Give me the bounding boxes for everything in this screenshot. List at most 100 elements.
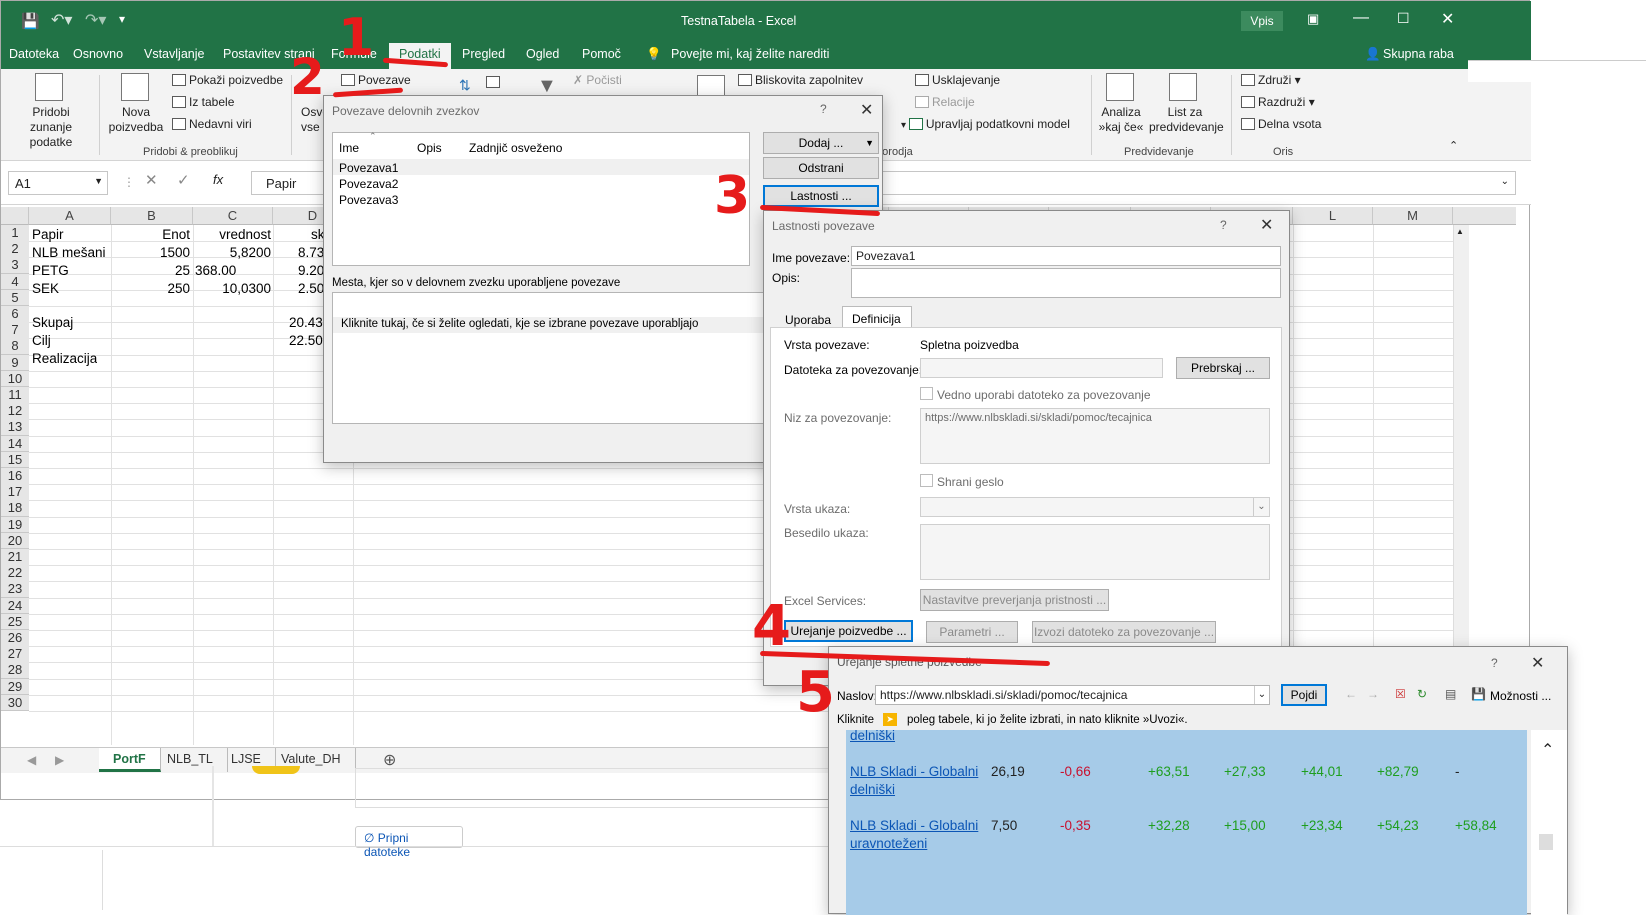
help-icon[interactable]: ? xyxy=(1491,656,1498,670)
back-icon[interactable]: ← xyxy=(1345,687,1357,701)
insert-function-icon[interactable]: fx xyxy=(213,172,223,187)
share-button[interactable]: Skupna raba xyxy=(1383,47,1454,61)
group-button[interactable]: Združi ▾ xyxy=(1241,73,1301,87)
cell-d3[interactable]: 9.20 xyxy=(298,262,324,279)
command-type-select[interactable]: ⌄ xyxy=(920,497,1270,517)
undo-icon[interactable]: ↶▾ xyxy=(51,10,72,30)
locations-panel[interactable]: Kliknite tukaj, če si želite ogledati, k… xyxy=(332,292,772,424)
auth-settings-button[interactable]: Nastavitve preverjanja pristnosti ... xyxy=(920,589,1109,611)
new-query-button[interactable]: Nova poizvedba xyxy=(105,105,167,135)
sign-in-button[interactable]: Vpis xyxy=(1241,11,1283,31)
add-sheet-icon[interactable]: ⊕ xyxy=(383,750,396,770)
data-model-button[interactable]: ▾ Upravljaj podatkovni model xyxy=(901,117,1070,131)
customize-qat-icon[interactable]: ▾ xyxy=(119,12,125,26)
close-icon[interactable]: ✕ xyxy=(1531,653,1544,673)
fund-link[interactable]: delniški xyxy=(850,782,895,797)
share-icon[interactable]: 👤 xyxy=(1365,47,1381,62)
web-page-scrollbar[interactable]: ⌃ xyxy=(1531,730,1567,915)
clear-filter-button[interactable]: ✗ Počisti xyxy=(573,73,622,87)
sort-icon[interactable] xyxy=(486,75,503,89)
tab-home[interactable]: Osnovno xyxy=(73,47,123,61)
forward-icon[interactable]: → xyxy=(1367,687,1379,701)
list-item[interactable]: Povezava3 xyxy=(339,193,398,207)
connections-list[interactable]: Ime ⌃ Opis Zadnjič osveženo Povezava1 Po… xyxy=(332,131,750,266)
scroll-up-icon[interactable]: ▲ xyxy=(1456,227,1464,236)
export-connection-file-button[interactable]: Izvozi datoteko za povezovanje ... xyxy=(1032,621,1216,643)
fund-link[interactable]: delniški xyxy=(850,728,895,743)
minimize-icon[interactable]: — xyxy=(1353,9,1369,27)
web-page-view[interactable]: delniški NLB Skladi - Globalni delniški … xyxy=(846,728,1527,915)
browse-button[interactable]: Prebrskaj ... xyxy=(1176,357,1270,379)
cell-a8[interactable]: Realizacija xyxy=(32,350,97,367)
address-input[interactable]: https://www.nlbskladi.si/skladi/pomoc/te… xyxy=(875,685,1270,705)
sheet-tab-portf[interactable]: PortF xyxy=(99,748,161,772)
cell-a1[interactable]: Papir xyxy=(32,226,64,243)
fund-link[interactable]: NLB Skladi - Globalni xyxy=(850,818,978,833)
redo-icon[interactable]: ↷▾ xyxy=(85,10,106,30)
compose-box[interactable] xyxy=(355,768,835,808)
cell-d2[interactable]: 8.73 xyxy=(298,244,324,261)
tab-help[interactable]: Pomoč xyxy=(582,47,621,61)
connection-file-input[interactable] xyxy=(920,358,1163,378)
cell-a4[interactable]: SEK xyxy=(32,280,59,297)
refresh-icon[interactable]: ↻ xyxy=(1417,687,1427,701)
edit-query-button[interactable]: Urejanje poizvedbe ... xyxy=(784,620,913,642)
ungroup-button[interactable]: Razdruži ▾ xyxy=(1241,95,1315,109)
cell-b3[interactable]: 25 xyxy=(111,262,190,279)
cell-a3[interactable]: PETG xyxy=(32,262,69,279)
go-button[interactable]: Pojdi xyxy=(1281,684,1327,706)
show-queries-button[interactable]: Pokaži poizvedbe xyxy=(172,73,283,87)
cell-d6[interactable]: 20.43 xyxy=(289,314,323,331)
prev-sheet-icon[interactable]: ◀ xyxy=(27,753,36,767)
description-input[interactable] xyxy=(851,268,1281,298)
enter-icon[interactable]: ✓ xyxy=(177,171,190,189)
tell-me-search[interactable]: Povejte mi, kaj želite narediti xyxy=(671,47,829,61)
cell-c1[interactable]: vrednost xyxy=(193,226,271,243)
always-use-file-checkbox[interactable] xyxy=(920,387,933,400)
cell-d4[interactable]: 2.50 xyxy=(298,280,324,297)
tab-usage[interactable]: Uporaba xyxy=(785,313,831,327)
forecast-sheet-button[interactable]: List za predvidevanje xyxy=(1149,105,1224,135)
cell-c3[interactable]: 368.00 xyxy=(195,262,236,279)
column-header-desc[interactable]: Opis xyxy=(417,141,442,155)
cancel-icon[interactable]: ✕ xyxy=(145,171,158,189)
chevron-up-icon[interactable]: ⌃ xyxy=(1541,740,1554,760)
maximize-icon[interactable]: ☐ xyxy=(1397,10,1410,27)
scroll-thumb[interactable] xyxy=(1539,834,1553,850)
cell-a2[interactable]: NLB mešani xyxy=(32,244,106,261)
collapse-ribbon-icon[interactable]: ⌃ xyxy=(1449,139,1458,152)
help-icon[interactable]: ? xyxy=(820,102,827,116)
stop-icon[interactable]: ☒ xyxy=(1395,687,1406,701)
ribbon-display-icon[interactable]: ▣ xyxy=(1307,11,1319,27)
locations-hint[interactable]: Kliknite tukaj, če si želite ogledati, k… xyxy=(341,318,698,330)
cell-b2[interactable]: 1500 xyxy=(111,244,190,261)
remove-connection-button[interactable]: Odstrani xyxy=(763,157,879,179)
fund-link[interactable]: uravnoteženi xyxy=(850,836,927,851)
close-icon[interactable]: ✕ xyxy=(1441,9,1454,29)
connections-button[interactable]: Povezave xyxy=(341,73,411,87)
command-text-input[interactable] xyxy=(920,524,1270,580)
help-icon[interactable]: ? xyxy=(1220,218,1227,232)
subtotal-button[interactable]: Delna vsota xyxy=(1241,117,1321,131)
name-box[interactable]: A1 ▼ xyxy=(8,171,108,195)
attach-files-button[interactable]: ∅ Pripni datoteke xyxy=(355,826,463,859)
tab-file[interactable]: Datoteka xyxy=(9,47,59,61)
hide-icons-icon[interactable]: ▤ xyxy=(1445,687,1456,701)
fund-link[interactable]: NLB Skladi - Globalni xyxy=(850,764,978,779)
column-header-name[interactable]: Ime xyxy=(339,141,359,155)
close-icon[interactable]: ✕ xyxy=(1260,215,1273,235)
save-icon[interactable]: 💾 xyxy=(21,12,40,30)
list-item[interactable]: Povezava2 xyxy=(339,177,398,191)
next-sheet-icon[interactable]: ▶ xyxy=(55,753,64,767)
save-password-checkbox[interactable] xyxy=(920,474,933,487)
parameters-button[interactable]: Parametri ... xyxy=(926,621,1018,643)
tab-definition[interactable]: Definicija xyxy=(842,306,912,328)
tab-review[interactable]: Pregled xyxy=(462,47,505,61)
close-icon[interactable]: ✕ xyxy=(860,100,873,120)
cell-a6[interactable]: Skupaj xyxy=(32,314,73,331)
sort-az-icon[interactable]: ⇅ xyxy=(459,77,471,94)
tab-view[interactable]: Ogled xyxy=(526,47,559,61)
save-query-icon[interactable]: 💾 xyxy=(1471,687,1486,701)
properties-button[interactable]: Lastnosti ... xyxy=(763,185,879,207)
connection-string-input[interactable]: https://www.nlbskladi.si/skladi/pomoc/te… xyxy=(920,408,1270,464)
